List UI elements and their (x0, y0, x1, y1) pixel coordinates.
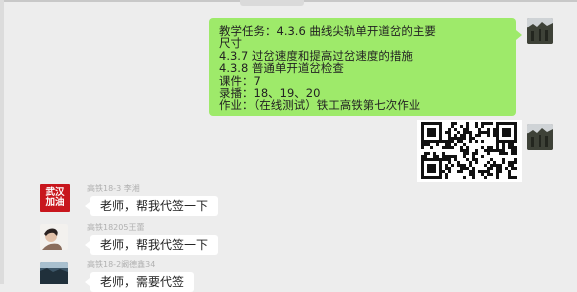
incoming-message-bubble[interactable]: 老师，帮我代签一下 (84, 196, 219, 216)
self-avatar[interactable] (527, 18, 553, 44)
sender-name: 高铁18-2阚德鑫34 (87, 260, 156, 269)
photo-avatar-icon (527, 124, 553, 150)
outgoing-message-bubble[interactable]: 教学任务：4.3.6 曲线尖轨单开道岔的主要 尺寸 4.3.7 过岔速度和提高过… (209, 18, 522, 116)
message-line: 4.3.8 普通单开道岔检查 (219, 61, 344, 76)
message-line: 教学任务：4.3.6 曲线尖轨单开道岔的主要 (219, 24, 436, 38)
sender-name: 高铁18-3 李湘 (87, 184, 140, 193)
qr-code-image[interactable] (417, 120, 522, 182)
sender-avatar[interactable]: 武汉 加油 (40, 184, 70, 212)
qr-code-icon (417, 120, 522, 182)
sender-avatar[interactable] (40, 224, 68, 250)
photo-avatar-icon (527, 18, 553, 44)
sender-name: 高铁18205王蕾 (87, 223, 145, 232)
avatar-text: 加油 (45, 197, 65, 208)
scrolled-timestamp (240, 0, 304, 6)
sender-avatar[interactable] (40, 262, 68, 284)
photo-avatar-icon (40, 262, 68, 284)
message-line: 尺寸 (219, 36, 242, 51)
self-avatar-2[interactable] (527, 124, 553, 150)
message-line: 作业：（在线测试）铁工高铁第七次作业 (219, 98, 421, 113)
window-left-border (0, 0, 4, 284)
incoming-message-bubble[interactable]: 老师，需要代签 (84, 272, 195, 292)
incoming-message-bubble[interactable]: 老师，帮我代签一下 (84, 235, 219, 255)
photo-avatar-icon (40, 224, 68, 250)
